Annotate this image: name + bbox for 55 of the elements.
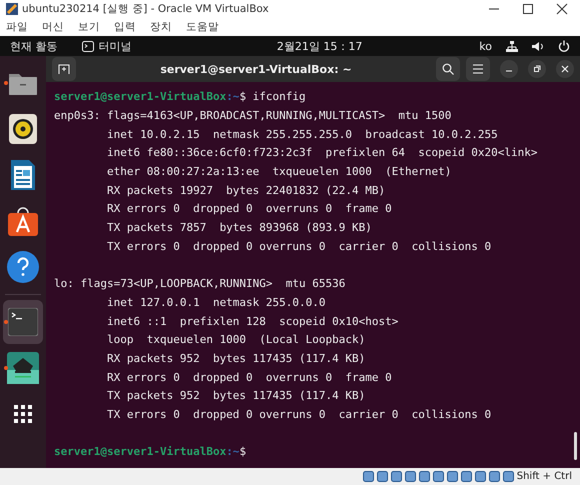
close-icon[interactable] <box>556 3 568 15</box>
search-button[interactable] <box>436 57 460 82</box>
output-line: enp0s3: flags=4163<UP,BROADCAST,RUNNING,MULTICAST> mtu 1500 <box>54 108 452 124</box>
app-logo-icon <box>6 3 18 15</box>
output-line: RX errors 0 dropped 0 overruns 0 frame 0 <box>106 370 393 386</box>
menu-item[interactable]: 입력 <box>114 20 136 34</box>
terminal-icon <box>8 308 38 336</box>
search-icon <box>442 63 454 76</box>
activities-button[interactable]: 현재 활동 <box>10 38 58 54</box>
output-line: lo: flags=73<UP,LOOPBACK,RUNNING> mtu 65536 <box>54 276 346 292</box>
power-icon[interactable] <box>558 40 570 52</box>
shopping-bag-icon <box>7 205 39 237</box>
output-line: RX packets 952 bytes 117435 (117.4 KB) <box>106 350 366 367</box>
output-line: loop txqueuelen 1000 (Local Loopback) <box>106 332 366 348</box>
input-method-indicator[interactable]: ko <box>479 40 492 52</box>
output-line: TX errors 0 dropped 0 overruns 0 carrier 0 collisions 0 <box>106 238 492 255</box>
menu-item[interactable]: 보기 <box>78 20 100 34</box>
app-menu[interactable]: 터미널 <box>98 38 132 54</box>
scrollbar[interactable] <box>574 432 577 460</box>
output-line: RX errors 0 dropped 0 overruns 0 frame 0 <box>106 201 393 218</box>
menu-item[interactable]: 머신 <box>42 20 64 34</box>
output-line: TX packets 952 bytes 117435 (117.4 KB) <box>106 388 366 404</box>
output-line: ether 08:00:27:2a:13:ee txqueuelen 1000 (Ethernet) <box>106 164 452 180</box>
terminal-icon <box>82 40 94 52</box>
restore-button[interactable] <box>528 60 546 78</box>
restore-icon <box>533 65 541 74</box>
new-tab-icon <box>58 63 70 76</box>
output-line: TX packets 7857 bytes 893968 (893.9 KB) <box>106 220 373 236</box>
menu-item[interactable]: 장치 <box>150 20 172 34</box>
output-line: TX errors 0 dropped 0 overruns 0 carrier 0 collisions 0 <box>106 406 492 423</box>
menu-icon <box>472 64 484 74</box>
app-grid-icon <box>13 404 33 424</box>
output-line: inet 127.0.0.1 netmask 255.0.0.0 <box>106 294 327 311</box>
close-icon <box>561 65 569 74</box>
output-line: inet6 fe80::36ce:6cf0:f723:2c3f prefixlen 64 scopeid 0x20<link> <box>106 145 538 162</box>
terminal-title: server1@server1-VirtualBox: ~ <box>159 62 353 76</box>
menu-button[interactable] <box>466 57 490 82</box>
output-line: inet6 ::1 prefixlen 128 scopeid 0x10<host> <box>106 314 400 330</box>
output-line: RX packets 19927 bytes 22401832 (22.4 MB) <box>106 182 386 199</box>
new-tab-button[interactable] <box>52 57 76 82</box>
host-key-label: Shift + Ctrl <box>516 471 572 482</box>
maximize-icon[interactable] <box>522 3 534 15</box>
volume-icon[interactable] <box>532 40 544 52</box>
house-landscape-icon <box>7 352 39 384</box>
menu-item[interactable]: 파일 <box>6 20 28 34</box>
close-button[interactable] <box>556 60 574 78</box>
clock[interactable]: 2월21일 15：17 <box>210 38 480 54</box>
document-icon <box>10 159 36 191</box>
window-title: ubuntu230214 [실행 중] - Oracle VM VirtualBox <box>22 2 270 16</box>
prompt-line: server1@server1-VirtualBox:~$ ifconfig <box>54 89 307 106</box>
menu-item[interactable]: 도움말 <box>186 20 219 34</box>
speaker-icon <box>9 114 37 144</box>
help-icon <box>7 251 39 283</box>
output-line: inet 10.0.2.15 netmask 255.255.255.0 broadcast 10.0.2.255 <box>106 126 499 143</box>
prompt-line: server1@server1-VirtualBox:~$ <box>54 444 248 460</box>
